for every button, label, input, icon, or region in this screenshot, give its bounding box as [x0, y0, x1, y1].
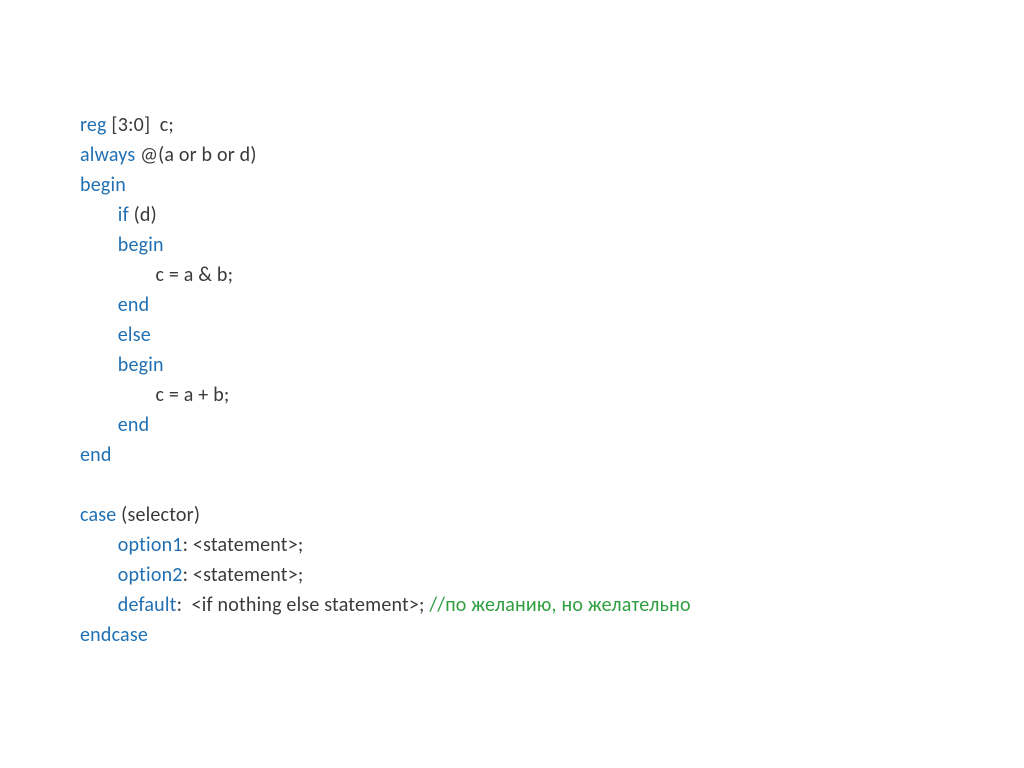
if-cond: (d) — [129, 203, 157, 227]
case-option2: option2 — [118, 563, 183, 587]
kw-reg: reg — [80, 113, 107, 137]
kw-begin-else: begin — [118, 353, 164, 377]
indent — [80, 593, 118, 617]
indent — [80, 293, 118, 317]
indent — [80, 203, 118, 227]
indent — [80, 353, 118, 377]
indent — [80, 263, 156, 287]
case-option1: option1 — [118, 533, 183, 557]
indent — [80, 323, 118, 347]
kw-if: if — [118, 203, 129, 227]
stmt-and: c = a & b; — [156, 263, 234, 287]
kw-end-else: end — [118, 413, 150, 437]
case-option2-stmt: : <statement>; — [183, 563, 304, 587]
kw-begin-if: begin — [118, 233, 164, 257]
stmt-add: c = a + b; — [156, 383, 230, 407]
kw-endcase: endcase — [80, 623, 148, 647]
indent — [80, 413, 118, 437]
kw-begin: begin — [80, 173, 126, 197]
case-option1-stmt: : <statement>; — [183, 533, 304, 557]
indent — [80, 383, 156, 407]
code-slide: reg [3:0] c; always @(a or b or d) begin… — [0, 0, 1024, 690]
kw-always: always — [80, 143, 135, 167]
case-selector: (selector) — [116, 503, 200, 527]
indent — [80, 233, 118, 257]
verilog-code-block: reg [3:0] c; always @(a or b or d) begin… — [80, 110, 954, 650]
sensitivity-list: @(a or b or d) — [135, 143, 256, 167]
kw-case: case — [80, 503, 116, 527]
decl-c: [3:0] c; — [107, 113, 174, 137]
kw-else: else — [118, 323, 151, 347]
comment-ru: //по желанию, но желательно — [429, 593, 690, 617]
indent — [80, 533, 118, 557]
kw-end: end — [80, 443, 112, 467]
case-default: default — [118, 593, 177, 617]
case-default-stmt: : <if nothing else statement>; — [177, 593, 430, 617]
kw-end-if: end — [118, 293, 150, 317]
indent — [80, 563, 118, 587]
